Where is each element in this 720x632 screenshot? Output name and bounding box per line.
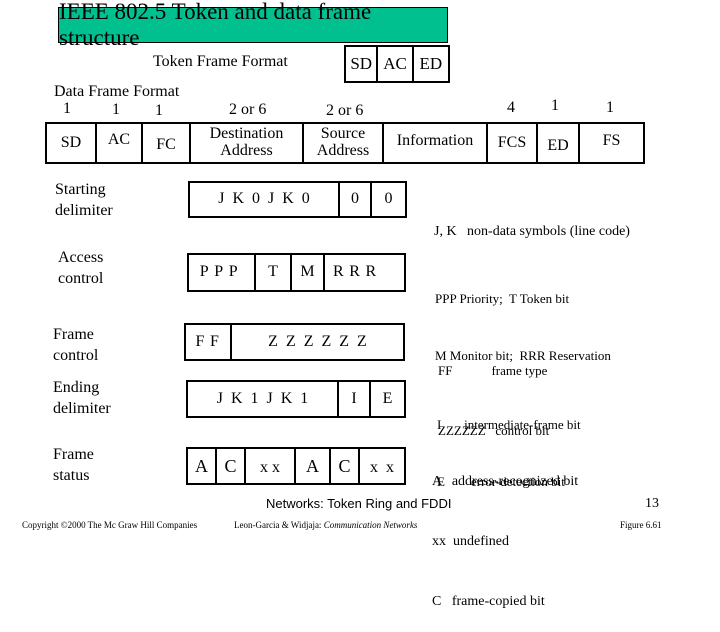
footer-page-number: 13 (645, 496, 659, 511)
size-label-sd: 1 (63, 100, 71, 117)
frame-status-label: Frame status (53, 444, 94, 486)
data-field-ed: ED (538, 124, 580, 162)
access-control-label: Access control (58, 247, 103, 289)
label-line2: status (53, 467, 90, 484)
fs-cell-xx1: x x (246, 449, 296, 483)
data-field-sd: SD (47, 124, 97, 162)
starting-delimiter-box: J K 0 J K 0 0 0 (188, 181, 407, 218)
ending-delimiter-box: J K 1 J K 1 I E (186, 380, 406, 418)
note-line: xx undefined (432, 534, 509, 549)
data-field-ac: AC (97, 124, 143, 162)
data-field-information: Information (384, 124, 488, 162)
src-line1: Source (320, 125, 366, 143)
frame-status-box: A C x x A C x x (186, 447, 406, 485)
token-frame-label: Token Frame Format (153, 53, 288, 70)
data-field-source: Source Address (304, 124, 384, 162)
access-control-box: PPP T M RRR (187, 253, 406, 292)
ed-cell-e: E (382, 389, 393, 407)
token-field-ed: ED (419, 54, 443, 74)
ending-delimiter-label: Ending delimiter (53, 377, 111, 419)
label-line1: Frame (53, 446, 94, 463)
dest-line2: Address (220, 142, 273, 159)
footer-authors: Leon-Garcia & Widjaja: (234, 520, 322, 530)
ac-cell-rrr: RRR (333, 263, 382, 281)
footer-citation: Leon-Garcia & Widjaja: Communication Net… (234, 520, 417, 530)
src-line2: Address (316, 142, 370, 159)
token-field-sd: SD (346, 47, 379, 81)
ed-cell-i: I (339, 382, 371, 416)
data-frame-box: SD AC FC Destination Address Source Addr… (45, 122, 645, 164)
label-line1: Ending (53, 379, 100, 396)
frame-control-label: Frame control (53, 324, 98, 366)
label-line1: Frame (53, 326, 94, 343)
sd-cell-jk0jk0: J K 0 J K 0 (190, 183, 340, 216)
data-frame-label: Data Frame Format (54, 83, 180, 100)
data-field-fc: FC (143, 124, 191, 162)
data-field-fcs: FCS (488, 124, 538, 162)
fs-cell-c2: C (331, 449, 360, 483)
size-label-src: 2 or 6 (326, 102, 364, 119)
footer-copyright: Copyright ©2000 The Mc Graw Hill Compani… (22, 520, 198, 530)
label-line2: control (53, 347, 99, 364)
fc-cell-ff: FF (186, 325, 232, 359)
label-line1: Starting (55, 181, 106, 198)
ac-cell-t: T (256, 255, 292, 290)
frame-status-note: A address-recognized bit xx undefined C … (432, 432, 578, 632)
frame-control-box: FF Z Z Z Z Z Z (184, 323, 405, 361)
ac-cell-m: M (292, 255, 325, 290)
size-label-fc: 1 (155, 102, 163, 119)
size-label-dest: 2 or 6 (229, 101, 267, 118)
ac-cell-ppp: PPP (189, 255, 256, 290)
token-frame-box: SD AC ED (344, 45, 450, 83)
token-field-ac: AC (378, 47, 414, 81)
note-line: C frame-copied bit (432, 594, 545, 609)
footer-book-title: Communication Networks (323, 520, 418, 530)
footer-figure: Figure 6.61 (620, 520, 662, 530)
size-label-ac: 1 (112, 101, 120, 118)
size-label-fs: 1 (606, 99, 614, 116)
label-line2: delimiter (55, 202, 113, 219)
sd-cell-0a: 0 (340, 183, 372, 216)
dest-line1: Destination (209, 125, 284, 143)
size-label-fcs: 4 (507, 99, 515, 116)
fc-cell-zzzzzz: Z Z Z Z Z Z (268, 332, 367, 350)
data-field-destination: Destination Address (191, 124, 304, 162)
fs-cell-c1: C (217, 449, 246, 483)
title-banner: IEEE 802.5 Token and data frame structur… (58, 0, 448, 50)
size-label-ed: 1 (551, 97, 559, 114)
footer-chapter: Networks: Token Ring and FDDI (266, 496, 452, 511)
fs-cell-xx2: x x (370, 458, 394, 476)
label-line2: control (58, 270, 104, 287)
note-line: A address-recognized bit (432, 474, 579, 489)
label-line2: delimiter (53, 400, 111, 417)
note-line: PPP Priority; T Token bit (435, 291, 570, 306)
data-field-fs: FS (602, 131, 621, 149)
page-title: IEEE 802.5 Token and data frame structur… (59, 0, 372, 50)
label-line1: Access (58, 249, 104, 266)
sd-cell-0b: 0 (384, 190, 393, 208)
note-line: J, K non-data symbols (line code) (434, 224, 630, 239)
ed-cell-jk1jk1: J K 1 J K 1 (188, 382, 339, 416)
starting-delimiter-label: Starting delimiter (55, 179, 113, 221)
fs-cell-a2: A (296, 449, 331, 483)
starting-delimiter-note: J, K non-data symbols (line code) (434, 192, 630, 256)
fs-cell-a1: A (188, 449, 217, 483)
